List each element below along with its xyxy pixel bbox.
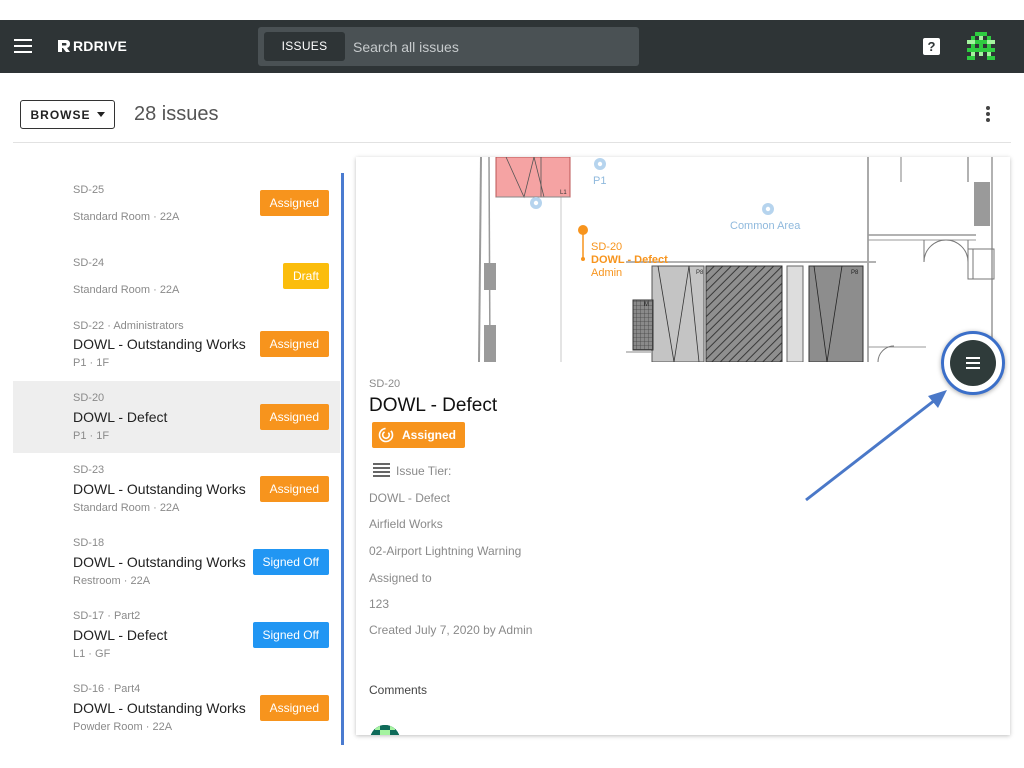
caret-down-icon	[96, 112, 105, 117]
issue-location: Standard Room · 22A	[73, 502, 180, 514]
search-bar: ISSUES	[258, 27, 639, 66]
status-badge: Assigned	[259, 190, 329, 216]
issue-count: 28 issues	[134, 103, 219, 125]
search-scope-button[interactable]: ISSUES	[264, 32, 345, 61]
search-input[interactable]	[353, 32, 623, 61]
issue-location: Standard Room · 22A	[73, 284, 180, 296]
issue-location: Powder Room · 22A	[73, 721, 173, 733]
floor-plan[interactable]: L1 P8 M P8 P1 Common Area SD-20 DOWL - D…	[356, 157, 1010, 362]
list-item[interactable]: SD-25 Standard Room · 22A Assigned	[13, 164, 340, 236]
comments-heading: Comments	[369, 683, 428, 697]
room-label: P8	[851, 270, 859, 276]
issue-ref: SD-18	[73, 537, 105, 549]
fab-menu-button[interactable]	[950, 340, 996, 386]
issue-list: SD-25 Standard Room · 22A Assigned SD-24…	[13, 160, 340, 748]
list-item[interactable]: SD-18 DOWL - Outstanding Works Restroom …	[13, 527, 340, 599]
pin-issue-user: Admin	[591, 267, 622, 279]
issue-ref: SD-17 · Part2	[73, 610, 141, 622]
issue-pin-icon[interactable]	[578, 225, 588, 261]
top-app-bar: RDRIVE ISSUES ?	[0, 20, 1024, 73]
issue-ref: SD-25	[73, 184, 105, 196]
issue-location: P1 · 1F	[73, 357, 110, 369]
status-assigned-icon	[378, 427, 394, 443]
detail-type: DOWL - Defect	[369, 491, 450, 505]
fab-menu-icon	[966, 357, 980, 359]
list-item[interactable]: SD-17 · Part2 DOWL - Defect L1 · GF Sign…	[13, 600, 340, 672]
location-pin-icon[interactable]	[762, 203, 774, 215]
detail-assigned-value: 123	[369, 597, 390, 611]
pin-label-common-area: Common Area	[730, 220, 801, 232]
list-item[interactable]: SD-24 Standard Room · 22A Draft	[13, 237, 340, 309]
location-pin-icon[interactable]	[594, 158, 606, 170]
list-item[interactable]: SD-20 DOWL - Defect P1 · 1F Assigned	[13, 381, 340, 453]
help-icon[interactable]: ?	[923, 38, 940, 55]
detail-ref: SD-20	[369, 378, 401, 390]
room-label: M	[644, 302, 649, 308]
status-badge: Signed Off	[252, 622, 329, 648]
issue-location: Standard Room · 22A	[73, 211, 180, 223]
issue-location: P1 · 1F	[73, 430, 110, 442]
detail-status-label: Assigned	[402, 428, 457, 442]
toolbar-divider	[13, 142, 1011, 143]
user-avatar-icon[interactable]	[967, 32, 995, 60]
issue-tier-row: Issue Tier:	[373, 463, 451, 478]
detail-assigned-label: Assigned to	[369, 571, 432, 585]
pin-issue-ref: SD-20	[591, 241, 622, 253]
app: RDRIVE ISSUES ? BROWSE 28 issues SD-25 S…	[0, 0, 1024, 768]
issue-location: L1 · GF	[73, 648, 111, 660]
pin-label-p1: P1	[593, 175, 606, 187]
status-badge: Signed Off	[252, 549, 329, 575]
issue-title: DOWL - Outstanding Works	[73, 700, 246, 716]
issue-tier-icon	[373, 463, 390, 478]
issue-ref: SD-23	[73, 464, 105, 476]
issue-tier-label: Issue Tier:	[396, 463, 452, 478]
detail-works: Airfield Works	[369, 517, 443, 531]
detail-title: DOWL - Defect	[369, 395, 498, 416]
browse-label: BROWSE	[30, 107, 91, 122]
issue-title: DOWL - Outstanding Works	[73, 554, 246, 570]
issue-title: DOWL - Defect	[73, 627, 168, 643]
issue-ref: SD-16 · Part4	[73, 683, 141, 695]
browse-button[interactable]: BROWSE	[20, 100, 115, 129]
list-item[interactable]: SD-16 · Part4 DOWL - Outstanding Works P…	[13, 672, 340, 744]
status-badge: Assigned	[259, 695, 329, 721]
detail-created: Created July 7, 2020 by Admin	[369, 623, 533, 637]
list-item[interactable]: SD-22 · Administrators DOWL - Outstandin…	[13, 309, 340, 381]
list-scrollbar[interactable]	[341, 173, 344, 745]
detail-category: 02-Airport Lightning Warning	[369, 544, 522, 558]
status-badge: Assigned	[259, 476, 329, 502]
menu-icon[interactable]	[14, 39, 32, 53]
issue-location: Restroom · 22A	[73, 575, 151, 587]
issue-ref: SD-22 · Administrators	[73, 320, 184, 332]
issue-ref: SD-20	[73, 392, 105, 404]
rdrive-logo-icon	[58, 40, 70, 52]
comment-avatar	[370, 725, 400, 735]
issue-detail-panel: L1 P8 M P8 P1 Common Area SD-20 DOWL - D…	[356, 157, 1010, 735]
status-badge: Draft	[282, 263, 329, 289]
more-vert-icon[interactable]	[986, 106, 992, 122]
location-pin-icon[interactable]	[530, 197, 542, 209]
detail-status-badge[interactable]: Assigned	[372, 422, 465, 448]
logo-text: RDRIVE	[73, 38, 128, 54]
status-badge: Assigned	[259, 404, 329, 430]
room-label: L1	[560, 190, 567, 196]
status-badge: Assigned	[259, 331, 329, 357]
issue-title: DOWL - Outstanding Works	[73, 481, 246, 497]
issue-ref: SD-24	[73, 257, 105, 269]
room-label: P8	[696, 270, 704, 276]
app-logo[interactable]: RDRIVE	[56, 36, 127, 56]
list-item[interactable]: SD-23 DOWL - Outstanding Works Standard …	[13, 454, 340, 526]
issue-title: DOWL - Outstanding Works	[73, 336, 246, 352]
issue-title: DOWL - Defect	[73, 409, 168, 425]
pin-issue-title: DOWL - Defect	[591, 254, 668, 266]
